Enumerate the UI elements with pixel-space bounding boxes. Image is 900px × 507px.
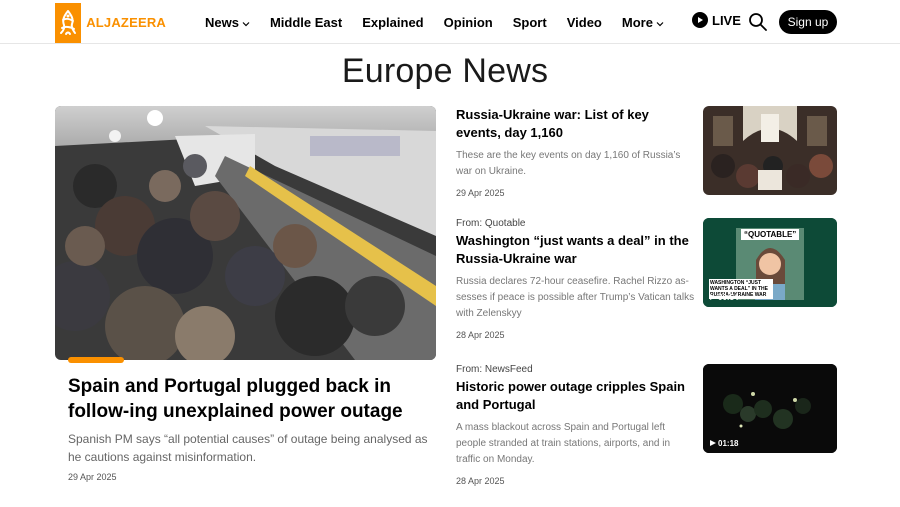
page-title: Europe News [341, 52, 549, 90]
article-date: 29 Apr 2025 [456, 188, 505, 198]
article-source[interactable]: From: NewsFeed [456, 364, 696, 375]
nav-item-video[interactable]: Video [567, 15, 602, 30]
video-thumbnail[interactable]: “QUOTABLE” WASHINGTON “JUST WANTS A DEAL… [703, 218, 837, 307]
article-headline[interactable]: Washington “just wants a deal” in the Ru… [456, 232, 696, 268]
list-item: Russia-Ukraine war: List of key events, … [456, 106, 696, 198]
video-duration-badge: 01:18 [707, 437, 741, 449]
sign-up-button[interactable]: Sign up [779, 10, 837, 34]
nav-item-explained[interactable]: Explained [362, 15, 423, 30]
chevron-down-icon [656, 15, 664, 30]
play-icon [710, 440, 716, 446]
quotable-label: “QUOTABLE” [741, 229, 800, 240]
video-duration-badge: 00:54 [707, 291, 741, 303]
live-label: LIVE [712, 12, 741, 28]
article-summary: A mass blackout across Spain and Portuga… [456, 422, 671, 465]
video-thumbnail[interactable]: 01:18 [703, 364, 837, 453]
nav-item-label: Opinion [443, 14, 493, 30]
play-circle-icon [692, 12, 708, 28]
site-header: ALJAZEERA News Middle East Explained Opi… [0, 0, 900, 44]
nav-item-sport[interactable]: Sport [513, 15, 547, 30]
nav-item-label: Explained [362, 14, 424, 30]
hero-image[interactable] [55, 106, 436, 360]
logo-text: ALJAZEERA [86, 15, 166, 30]
article-summary: Russia declares 72-hour ceasefire. Rache… [456, 276, 695, 319]
duration: 00:54 [718, 292, 739, 302]
main-nav: News Middle East Explained Opinion Sport… [205, 0, 684, 44]
list-item: From: Quotable Washington “just wants a … [456, 218, 696, 340]
hero-accent-bar [68, 357, 124, 363]
list-item: From: NewsFeed Historic power outage cri… [456, 364, 696, 486]
nav-item-label: More [621, 14, 653, 30]
aljazeera-logo-mark-icon [55, 3, 82, 43]
nav-item-label: Sport [512, 14, 547, 30]
nav-item-label: Middle East [269, 14, 343, 30]
nav-item-more[interactable]: More [622, 15, 664, 30]
chevron-down-icon [242, 15, 250, 30]
aljazeera-logo[interactable]: ALJAZEERA [55, 0, 166, 44]
hero-headline[interactable]: Spain and Portugal plugged back in follo… [68, 374, 428, 424]
search-icon[interactable] [748, 12, 768, 32]
article-summary: These are the key events on day 1,160 of… [456, 150, 681, 177]
nav-item-label: News [205, 14, 239, 30]
article-thumbnail[interactable] [703, 106, 837, 195]
nav-item-news[interactable]: News [205, 15, 250, 30]
article-headline[interactable]: Historic power outage cripples Spain and… [456, 378, 696, 414]
article-source[interactable]: From: Quotable [456, 218, 696, 229]
hero-date: 29 Apr 2025 [68, 472, 117, 482]
live-button[interactable]: LIVE [692, 12, 741, 28]
article-date: 28 Apr 2025 [456, 330, 505, 340]
article-headline[interactable]: Russia-Ukraine war: List of key events, … [456, 106, 696, 142]
nav-item-middle-east[interactable]: Middle East [270, 15, 342, 30]
nav-item-opinion[interactable]: Opinion [444, 15, 493, 30]
article-date: 28 Apr 2025 [456, 476, 505, 486]
nav-item-label: Video [566, 14, 602, 30]
hero-summary: Spanish PM says “all potential causes” o… [68, 432, 428, 464]
play-icon [710, 294, 716, 300]
duration: 01:18 [718, 438, 739, 448]
